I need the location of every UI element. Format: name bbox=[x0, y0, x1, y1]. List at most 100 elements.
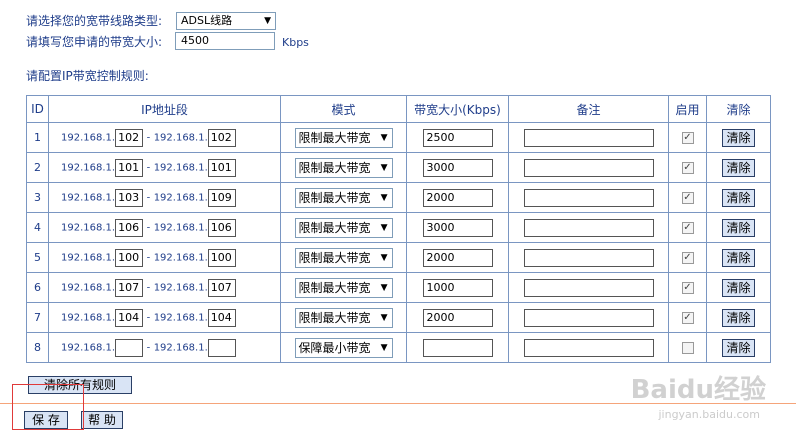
line-type-select[interactable]: ADSL线路 ▼ bbox=[176, 12, 276, 30]
table-header-row: ID IP地址段 模式 带宽大小(Kbps) 备注 启用 清除 bbox=[26, 95, 771, 123]
clear-row-button[interactable]: 清除 bbox=[722, 158, 755, 177]
enable-checkbox[interactable]: ✓ bbox=[681, 312, 694, 324]
clear-row-button[interactable]: 清除 bbox=[722, 278, 755, 297]
note-input[interactable] bbox=[523, 158, 654, 177]
ip-end-input[interactable]: 104 bbox=[207, 308, 236, 327]
clear-row-button[interactable]: 清除 bbox=[722, 128, 755, 147]
ip-end-input[interactable]: 107 bbox=[207, 278, 236, 297]
ip-end-input[interactable]: 109 bbox=[207, 188, 236, 207]
note-input[interactable] bbox=[523, 308, 654, 327]
mode-cell: 限制最大带宽 ▼ bbox=[280, 242, 407, 273]
help-button[interactable]: 帮 助 bbox=[81, 411, 123, 429]
ip-start-input[interactable]: 104 bbox=[115, 308, 144, 327]
row-id: 6 bbox=[26, 272, 49, 303]
note-cell bbox=[508, 332, 669, 363]
bandwidth-cell: 2000 bbox=[406, 182, 509, 213]
ip-separator: - bbox=[146, 252, 151, 263]
bandwidth-input[interactable]: 4500 bbox=[175, 32, 275, 50]
ip-prefix-end: 192.168.1. bbox=[153, 132, 208, 143]
mode-value: 保障最小带宽 bbox=[298, 340, 371, 355]
mode-select[interactable]: 限制最大带宽 ▼ bbox=[294, 217, 393, 238]
check-icon: ✓ bbox=[683, 132, 692, 143]
chevron-down-icon: ▼ bbox=[380, 132, 388, 143]
clear-row-button[interactable]: 清除 bbox=[722, 188, 755, 207]
note-input[interactable] bbox=[523, 248, 654, 267]
mode-value: 限制最大带宽 bbox=[298, 220, 371, 235]
bandwidth-unit: Kbps bbox=[282, 36, 309, 49]
bandwidth-input[interactable]: 2000 bbox=[422, 308, 493, 327]
mode-select[interactable]: 限制最大带宽 ▼ bbox=[294, 247, 393, 268]
ip-end-input[interactable]: 101 bbox=[207, 158, 236, 177]
clear-cell: 清除 bbox=[706, 182, 771, 213]
clear-row-button[interactable]: 清除 bbox=[722, 218, 755, 237]
chevron-down-icon: ▼ bbox=[380, 192, 388, 203]
bandwidth-input[interactable]: 3000 bbox=[422, 158, 493, 177]
mode-select[interactable]: 限制最大带宽 ▼ bbox=[294, 157, 393, 178]
bandwidth-cell: 3000 bbox=[406, 212, 509, 243]
ip-prefix-end: 192.168.1. bbox=[153, 342, 208, 353]
chevron-down-icon: ▼ bbox=[264, 16, 271, 26]
enable-checkbox[interactable]: ✓ bbox=[681, 282, 694, 294]
bandwidth-input[interactable]: 2000 bbox=[422, 188, 493, 207]
clear-row-button[interactable]: 清除 bbox=[722, 338, 755, 357]
mode-cell: 限制最大带宽 ▼ bbox=[280, 302, 407, 333]
ip-start-input[interactable]: 107 bbox=[115, 278, 144, 297]
line-type-label: 请选择您的宽带线路类型: bbox=[26, 14, 163, 28]
ip-end-input[interactable]: 106 bbox=[207, 218, 236, 237]
ip-prefix-end: 192.168.1. bbox=[153, 312, 208, 323]
bandwidth-input[interactable]: 2500 bbox=[422, 128, 493, 147]
clear-row-button[interactable]: 清除 bbox=[722, 248, 755, 267]
mode-select[interactable]: 限制最大带宽 ▼ bbox=[294, 277, 393, 298]
note-input[interactable] bbox=[523, 218, 654, 237]
ip-start-input[interactable]: 103 bbox=[115, 188, 144, 207]
enable-checkbox[interactable]: ✓ bbox=[681, 252, 694, 264]
check-icon: ✓ bbox=[683, 192, 692, 203]
clear-row-button[interactable]: 清除 bbox=[722, 308, 755, 327]
mode-value: 限制最大带宽 bbox=[298, 130, 371, 145]
ip-end-input[interactable]: 102 bbox=[207, 128, 236, 147]
ip-prefix-start: 192.168.1. bbox=[61, 132, 116, 143]
mode-select[interactable]: 限制最大带宽 ▼ bbox=[294, 307, 393, 328]
table-row: 2 192.168.1. 101 - 192.168.1. 101 限制最大带宽 ▼ … bbox=[26, 152, 771, 183]
bandwidth-input[interactable]: 2000 bbox=[422, 248, 493, 267]
enable-cell: ✓ bbox=[668, 242, 707, 273]
ip-start-input[interactable]: 100 bbox=[115, 248, 144, 267]
enable-checkbox[interactable] bbox=[681, 342, 694, 354]
note-input[interactable] bbox=[523, 128, 654, 147]
mode-select[interactable]: 限制最大带宽 ▼ bbox=[294, 187, 393, 208]
ip-start-input[interactable]: 101 bbox=[115, 158, 144, 177]
chevron-down-icon: ▼ bbox=[380, 282, 388, 293]
ip-start-input[interactable]: 106 bbox=[115, 218, 144, 237]
ip-start-input[interactable]: 102 bbox=[115, 128, 144, 147]
bandwidth-input[interactable]: 3000 bbox=[422, 218, 493, 237]
note-input[interactable] bbox=[523, 278, 654, 297]
ip-start-input[interactable] bbox=[115, 338, 144, 357]
ip-range-cell: 192.168.1. 102 - 192.168.1. 102 bbox=[48, 122, 281, 153]
mode-select[interactable]: 保障最小带宽 ▼ bbox=[294, 337, 393, 358]
enable-checkbox[interactable]: ✓ bbox=[681, 162, 694, 174]
ip-end-input[interactable] bbox=[207, 338, 236, 357]
note-cell bbox=[508, 302, 669, 333]
enable-checkbox[interactable]: ✓ bbox=[681, 132, 694, 144]
note-input[interactable] bbox=[523, 188, 654, 207]
table-row: 3 192.168.1. 103 - 192.168.1. 109 限制最大带宽 ▼ … bbox=[26, 182, 771, 213]
header-enable: 启用 bbox=[668, 95, 707, 123]
bandwidth-input[interactable] bbox=[422, 338, 493, 357]
bandwidth-cell bbox=[406, 332, 509, 363]
rules-table: ID IP地址段 模式 带宽大小(Kbps) 备注 启用 清除 1 192.16… bbox=[26, 95, 771, 363]
note-input[interactable] bbox=[523, 338, 654, 357]
enable-checkbox[interactable]: ✓ bbox=[681, 222, 694, 234]
enable-checkbox[interactable]: ✓ bbox=[681, 192, 694, 204]
ip-prefix-end: 192.168.1. bbox=[153, 252, 208, 263]
header-bandwidth: 带宽大小(Kbps) bbox=[406, 95, 509, 123]
enable-cell: ✓ bbox=[668, 302, 707, 333]
note-cell bbox=[508, 212, 669, 243]
mode-select[interactable]: 限制最大带宽 ▼ bbox=[294, 127, 393, 148]
table-row: 7 192.168.1. 104 - 192.168.1. 104 限制最大带宽 ▼ … bbox=[26, 302, 771, 333]
header-ip: IP地址段 bbox=[48, 95, 281, 123]
ip-end-input[interactable]: 100 bbox=[207, 248, 236, 267]
bandwidth-input[interactable]: 1000 bbox=[422, 278, 493, 297]
mode-cell: 限制最大带宽 ▼ bbox=[280, 182, 407, 213]
ip-prefix-end: 192.168.1. bbox=[153, 222, 208, 233]
mode-value: 限制最大带宽 bbox=[298, 160, 371, 175]
